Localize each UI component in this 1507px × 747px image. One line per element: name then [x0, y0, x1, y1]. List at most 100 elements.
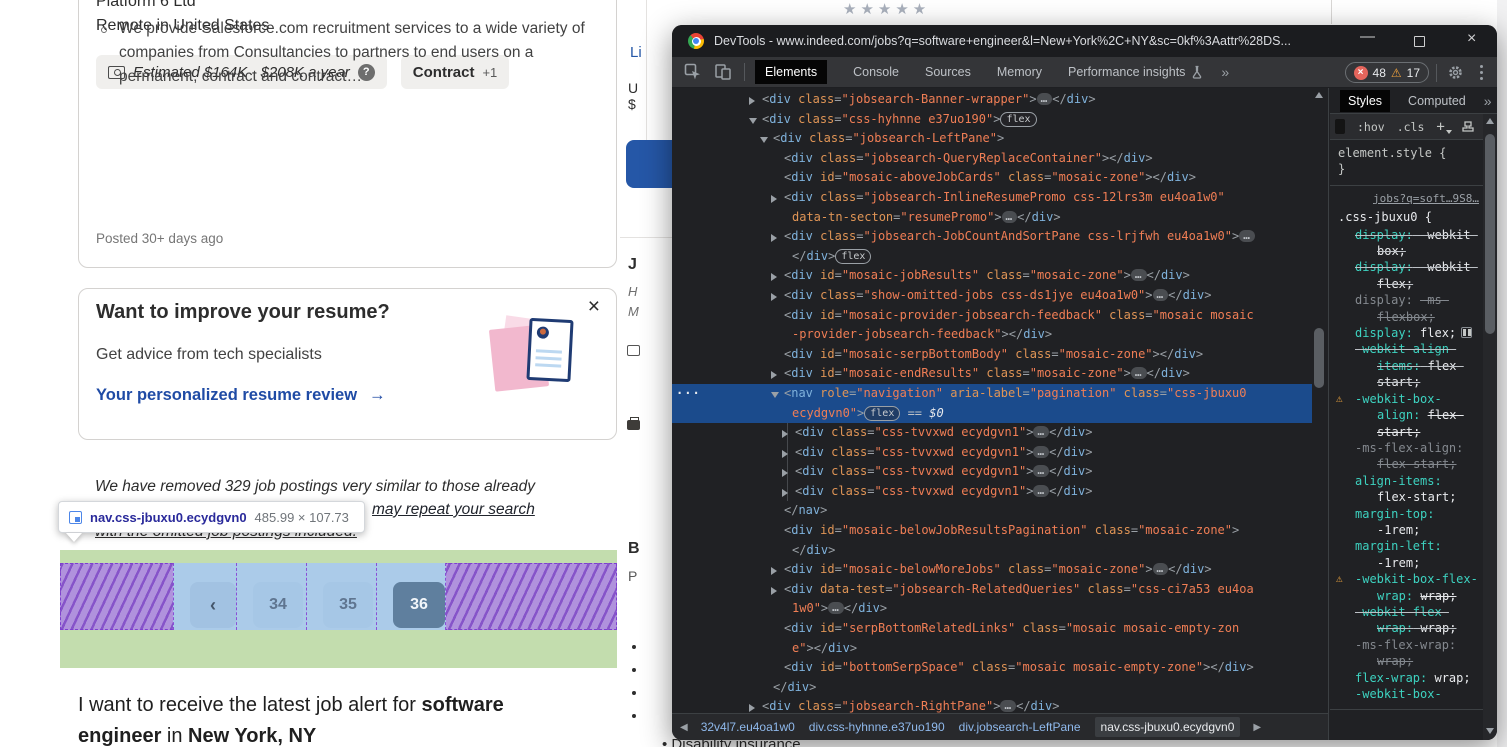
- expand-inline-icon[interactable]: …: [1033, 485, 1049, 497]
- expand-inline-icon[interactable]: …: [1153, 289, 1169, 301]
- css-property[interactable]: margin-left: -1rem;: [1355, 538, 1483, 571]
- css-property[interactable]: -ms-flex-align: flex-start;: [1355, 440, 1483, 473]
- expand-inline-icon[interactable]: …: [1000, 700, 1016, 712]
- dom-row[interactable]: </nav>: [672, 501, 1312, 521]
- devtools-tab-console[interactable]: Console: [853, 65, 899, 79]
- flex-editor-icon[interactable]: [1461, 327, 1472, 338]
- maximize-button[interactable]: [1414, 36, 1425, 47]
- expand-arrow-icon[interactable]: [782, 469, 788, 477]
- expand-arrow-icon[interactable]: [771, 567, 777, 575]
- expand-arrow-icon[interactable]: [771, 587, 777, 595]
- expand-arrow-icon[interactable]: [771, 195, 777, 203]
- dom-row[interactable]: <div class="css-tvvxwd ecydgvn1">…</div>: [672, 443, 1312, 463]
- collapse-arrow-icon[interactable]: [760, 137, 768, 143]
- repeat-search-link[interactable]: may repeat your search: [372, 501, 535, 519]
- expand-arrow-icon[interactable]: [749, 97, 755, 105]
- breadcrumb-prev-icon[interactable]: ◀: [680, 722, 688, 733]
- breadcrumb-next-icon[interactable]: ▶: [1253, 722, 1261, 733]
- inspect-element-icon[interactable]: [684, 63, 702, 81]
- dom-row[interactable]: <div class="jobsearch-RightPane">…</div>: [672, 697, 1312, 713]
- expand-inline-icon[interactable]: …: [1037, 93, 1053, 105]
- expand-arrow-icon[interactable]: [771, 371, 777, 379]
- css-property[interactable]: display: flex;: [1355, 325, 1483, 341]
- css-property[interactable]: -webkit-flex-wrap: wrap;: [1355, 604, 1483, 637]
- css-property[interactable]: ⚠-webkit-box-flex-wrap: wrap;: [1355, 571, 1483, 604]
- expand-inline-icon[interactable]: …: [1033, 446, 1049, 458]
- css-rule-section[interactable]: jobs?q=soft…9S8… .css-jbuxu0 { display: …: [1330, 186, 1483, 711]
- expand-arrow-icon[interactable]: [771, 273, 777, 281]
- scroll-up-icon[interactable]: [1486, 118, 1494, 124]
- more-tabs-icon[interactable]: »: [1484, 93, 1492, 109]
- expand-arrow-icon[interactable]: [782, 450, 788, 458]
- device-toolbar-icon[interactable]: [714, 63, 732, 81]
- dom-row[interactable]: <div class="jobsearch-Banner-wrapper">…<…: [672, 90, 1312, 110]
- close-window-button[interactable]: ×: [1467, 30, 1476, 48]
- pagination-page-36[interactable]: 36: [393, 582, 445, 628]
- dom-row[interactable]: <div id="serpBottomRelatedLinks" class="…: [672, 619, 1312, 658]
- css-property[interactable]: align-items: flex-start;: [1355, 473, 1483, 506]
- dom-row[interactable]: <div class="css-tvvxwd ecydgvn1">…</div>: [672, 462, 1312, 482]
- dom-row[interactable]: <div class="jobsearch-QueryReplaceContai…: [672, 149, 1312, 169]
- flex-badge[interactable]: flex: [864, 406, 900, 421]
- issues-badge[interactable]: × 48 ⚠ 17: [1345, 62, 1429, 83]
- new-style-rule-button[interactable]: +: [1436, 119, 1444, 135]
- dom-row[interactable]: <div id="mosaic-aboveJobCards" class="mo…: [672, 168, 1312, 188]
- panel-divider[interactable]: [1328, 88, 1329, 740]
- flex-badge[interactable]: flex: [1000, 112, 1036, 127]
- devtools-tab-performance-insights[interactable]: Performance insights: [1068, 65, 1203, 79]
- scroll-up-icon[interactable]: [1315, 92, 1323, 98]
- toggle-hover-button[interactable]: :hov: [1357, 120, 1385, 134]
- expand-arrow-icon[interactable]: [771, 293, 777, 301]
- toggle-class-button[interactable]: .cls: [1397, 120, 1425, 134]
- more-tabs-icon[interactable]: »: [1221, 64, 1229, 80]
- expand-inline-icon[interactable]: …: [1153, 563, 1169, 575]
- expand-inline-icon[interactable]: …: [1033, 426, 1049, 438]
- dom-row[interactable]: <div class="show-omitted-jobs css-ds1jye…: [672, 286, 1312, 306]
- close-icon[interactable]: ×: [588, 295, 600, 319]
- apply-button-fragment[interactable]: [626, 140, 672, 188]
- dom-row[interactable]: <div id="bottomSerpSpace" class="mosaic …: [672, 658, 1312, 678]
- css-property[interactable]: -ms-flex-wrap: wrap;: [1355, 637, 1483, 670]
- pagination-page-35[interactable]: 35: [323, 582, 373, 628]
- scroll-down-icon[interactable]: [1486, 728, 1494, 734]
- pagination-page-34[interactable]: 34: [253, 582, 303, 628]
- breadcrumb-item[interactable]: 32v4l7.eu4oa1w0: [701, 720, 795, 734]
- gear-icon[interactable]: [1448, 65, 1463, 80]
- dom-row[interactable]: <div id="mosaic-endResults" class="mosai…: [672, 364, 1312, 384]
- dom-row[interactable]: <div id="mosaic-serpBottomBody" class="m…: [672, 345, 1312, 365]
- breadcrumb-item[interactable]: nav.css-jbuxu0.ecydgvn0: [1095, 717, 1241, 737]
- element-style-section[interactable]: element.style { }: [1330, 140, 1483, 186]
- dom-row[interactable]: <div id="mosaic-belowJobResultsPaginatio…: [672, 521, 1312, 560]
- expand-arrow-icon[interactable]: [782, 430, 788, 438]
- expand-arrow-icon[interactable]: [782, 489, 788, 497]
- expand-inline-icon[interactable]: …: [828, 602, 844, 614]
- expand-inline-icon[interactable]: …: [1033, 465, 1049, 477]
- breadcrumb-item[interactable]: div.css-hyhnne.e37uo190: [809, 720, 945, 734]
- css-property[interactable]: display: -webkit-box;: [1355, 227, 1483, 260]
- devtools-tab-memory[interactable]: Memory: [997, 65, 1042, 79]
- dom-row[interactable]: <div class="css-hyhnne e37uo190">flex: [672, 110, 1312, 130]
- scrollbar-thumb[interactable]: [1314, 328, 1324, 388]
- dom-row[interactable]: <div class="jobsearch-InlineResumePromo …: [672, 188, 1312, 227]
- dom-row[interactable]: <div data-test="jobsearch-RelatedQueries…: [672, 580, 1312, 619]
- expand-inline-icon[interactable]: …: [1131, 367, 1147, 379]
- expand-arrow-icon[interactable]: [771, 234, 777, 242]
- css-property[interactable]: display: -ms-flexbox;: [1355, 292, 1483, 325]
- dom-row-selected[interactable]: ···<nav role="navigation" aria-label="pa…: [672, 384, 1312, 423]
- devtools-tab-elements[interactable]: Elements: [755, 60, 827, 84]
- dom-row[interactable]: <div id="mosaic-jobResults" class="mosai…: [672, 266, 1312, 286]
- css-property[interactable]: ⚠-webkit-box-align: flex-start;: [1355, 391, 1483, 440]
- scrollbar-thumb[interactable]: [1485, 134, 1495, 334]
- filter-input[interactable]: [1335, 119, 1345, 134]
- tab-styles[interactable]: Styles: [1340, 90, 1390, 112]
- css-property[interactable]: margin-top: -1rem;: [1355, 506, 1483, 539]
- dom-row[interactable]: </div>: [672, 678, 1312, 698]
- kebab-menu-icon[interactable]: [1480, 65, 1483, 83]
- dom-row[interactable]: <div class="jobsearch-LeftPane">: [672, 129, 1312, 149]
- collapse-arrow-icon[interactable]: [749, 118, 757, 124]
- css-property[interactable]: -webkit-align-items: flex-start;: [1355, 341, 1483, 390]
- tab-computed[interactable]: Computed: [1408, 94, 1466, 108]
- css-property[interactable]: flex-wrap: wrap;: [1355, 670, 1483, 686]
- breadcrumb-item[interactable]: div.jobsearch-LeftPane: [959, 720, 1081, 734]
- expand-inline-icon[interactable]: …: [1131, 269, 1147, 281]
